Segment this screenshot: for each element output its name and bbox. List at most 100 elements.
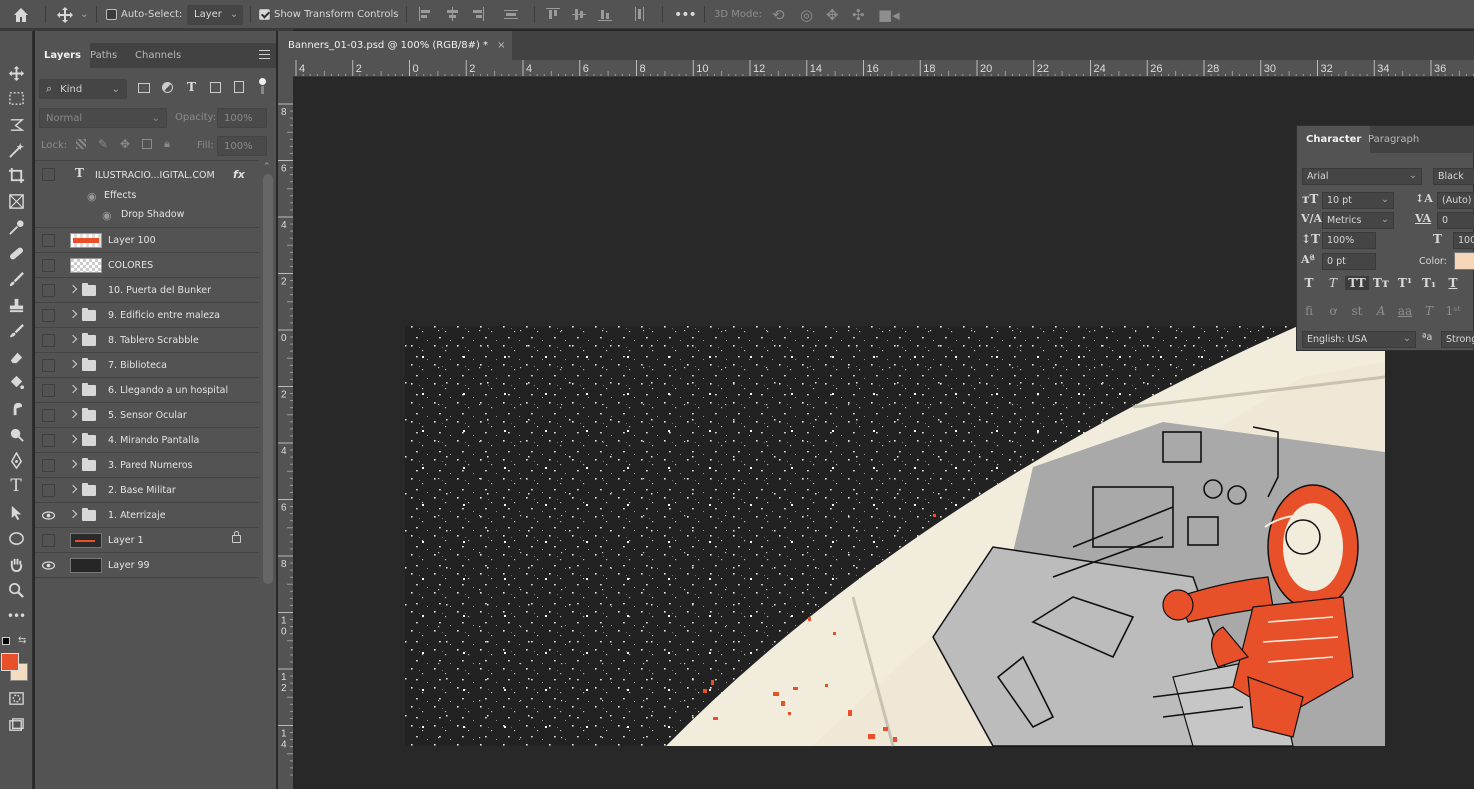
layer-group-row[interactable]: 4. Mirando Pantalla xyxy=(35,428,259,453)
layer-row[interactable]: Layer 1 xyxy=(35,528,259,553)
vertical-ruler[interactable]: 864202468101214 xyxy=(278,77,293,789)
align-middle-v-icon[interactable] xyxy=(572,7,586,21)
visibility-toggle[interactable] xyxy=(42,434,55,447)
horizontal-scale-field[interactable]: 100% xyxy=(1453,232,1474,249)
visibility-toggle[interactable] xyxy=(42,168,55,181)
old-style-icon[interactable]: ơ xyxy=(1321,304,1345,318)
zoom-tool-icon[interactable] xyxy=(6,580,26,600)
auto-select-box[interactable] xyxy=(106,9,117,20)
close-tab-icon[interactable]: × xyxy=(497,40,505,51)
eraser-tool-icon[interactable] xyxy=(6,347,26,367)
expand-arrow-icon[interactable] xyxy=(68,359,78,369)
tab-paths[interactable]: Paths xyxy=(81,43,126,68)
visibility-toggle[interactable] xyxy=(42,234,55,247)
titling-icon[interactable]: T xyxy=(1417,304,1441,318)
auto-select-target-dropdown[interactable]: Layer ⌄ xyxy=(187,4,243,25)
discretionary-ligature-icon[interactable]: st xyxy=(1345,304,1369,318)
default-colors-icon[interactable] xyxy=(2,637,10,645)
stylistic-alternates-icon[interactable]: aa xyxy=(1393,304,1417,318)
foreground-color-swatch[interactable] xyxy=(1,653,19,671)
tab-paragraph[interactable]: Paragraph xyxy=(1359,126,1428,153)
type-tool-icon[interactable]: T xyxy=(6,476,26,496)
expand-arrow-icon[interactable] xyxy=(68,384,78,394)
layer-group-row[interactable]: 9. Edificio entre maleza xyxy=(35,303,259,328)
auto-select-checkbox[interactable]: Auto-Select: xyxy=(106,0,182,29)
quick-mask-icon[interactable] xyxy=(6,688,26,708)
visibility-toggle[interactable] xyxy=(42,459,55,472)
visibility-toggle[interactable] xyxy=(42,359,55,372)
subscript-icon[interactable]: T₁ xyxy=(1417,276,1441,290)
layer-row[interactable]: Layer 100 xyxy=(35,228,259,253)
magic-wand-icon[interactable] xyxy=(6,140,26,160)
3d-pan-icon[interactable]: ✥ xyxy=(826,0,839,29)
align-top-icon[interactable] xyxy=(546,7,560,21)
tracking-field[interactable]: 0 xyxy=(1437,212,1474,229)
lasso-tool-icon[interactable] xyxy=(6,114,26,134)
expand-arrow-icon[interactable] xyxy=(68,409,78,419)
align-right-icon[interactable] xyxy=(470,7,484,21)
eyedropper-icon[interactable] xyxy=(6,217,26,237)
opacity-field[interactable]: 100% xyxy=(217,108,267,128)
expand-arrow-icon[interactable] xyxy=(68,284,78,294)
effects-visibility-icon[interactable]: ◉ xyxy=(87,190,97,203)
filter-smart-object-icon[interactable] xyxy=(234,81,244,93)
antialias-dropdown[interactable]: Strong xyxy=(1441,331,1474,348)
ordinals-icon[interactable]: 1ˢᵗ xyxy=(1441,304,1465,318)
history-brush-icon[interactable] xyxy=(6,321,26,341)
move-tool-icon[interactable] xyxy=(6,63,26,83)
expand-arrow-icon[interactable] xyxy=(68,509,78,519)
dodge-tool-icon[interactable] xyxy=(6,424,26,444)
leading-field[interactable]: (Auto) xyxy=(1437,192,1474,209)
align-left-icon[interactable] xyxy=(418,7,432,21)
visibility-toggle[interactable] xyxy=(42,284,55,297)
visibility-toggle[interactable] xyxy=(42,409,55,422)
font-style-dropdown[interactable]: Black xyxy=(1433,168,1474,185)
home-icon[interactable] xyxy=(12,0,30,29)
distribute-icon[interactable] xyxy=(504,7,518,21)
fill-field[interactable]: 100% xyxy=(217,136,267,156)
visibility-eye-icon[interactable] xyxy=(41,559,56,572)
hand-tool-icon[interactable] xyxy=(6,554,26,574)
3d-roll-icon[interactable]: ◎ xyxy=(800,0,813,29)
layer-group-row[interactable]: 1. Aterrizaje xyxy=(35,503,259,528)
faux-bold-icon[interactable]: T xyxy=(1297,276,1321,290)
align-bottom-icon[interactable] xyxy=(598,7,612,21)
filter-toggle-icon[interactable] xyxy=(259,78,266,85)
kerning-dropdown[interactable]: Metrics ⌄ xyxy=(1322,212,1394,229)
move-tool-preset-icon[interactable]: ⌄ xyxy=(56,0,88,29)
visibility-toggle[interactable] xyxy=(42,309,55,322)
blend-mode-dropdown[interactable]: Normal ⌄ xyxy=(39,108,167,128)
superscript-icon[interactable]: T¹ xyxy=(1393,276,1417,290)
visibility-toggle[interactable] xyxy=(42,484,55,497)
lock-transparent-icon[interactable] xyxy=(76,139,86,149)
swash-icon[interactable]: A xyxy=(1369,304,1393,318)
scrollbar-thumb[interactable] xyxy=(263,174,273,584)
expand-arrow-icon[interactable] xyxy=(68,484,78,494)
clone-stamp-icon[interactable] xyxy=(6,295,26,315)
screen-mode-icon[interactable] xyxy=(6,715,26,735)
layer-filter-dropdown[interactable]: ⌕ Kind ⌄ xyxy=(39,79,127,99)
scroll-up-icon[interactable]: ⌃ xyxy=(263,162,271,172)
layer-group-row[interactable]: 2. Base Militar xyxy=(35,478,259,503)
expand-arrow-icon[interactable] xyxy=(68,309,78,319)
show-transform-box[interactable] xyxy=(259,9,270,20)
layer-group-row[interactable]: 10. Puerta del Bunker xyxy=(35,278,259,303)
visibility-toggle[interactable] xyxy=(42,384,55,397)
layer-group-row[interactable]: 5. Sensor Ocular xyxy=(35,403,259,428)
vertical-scale-field[interactable]: 100% xyxy=(1322,232,1376,249)
faux-italic-icon[interactable]: T xyxy=(1321,276,1345,290)
show-transform-controls-checkbox[interactable]: Show Transform Controls xyxy=(259,0,398,29)
layer-group-row[interactable]: 3. Pared Numeros xyxy=(35,453,259,478)
crop-tool-icon[interactable] xyxy=(6,165,26,185)
lock-artboard-icon[interactable] xyxy=(142,139,152,149)
layer-row[interactable]: Layer 99 xyxy=(35,553,259,578)
expand-arrow-icon[interactable] xyxy=(68,434,78,444)
filter-shape-icon[interactable] xyxy=(210,82,221,93)
text-color-swatch[interactable] xyxy=(1454,252,1474,270)
paint-bucket-icon[interactable] xyxy=(6,372,26,392)
filter-adjustment-icon[interactable] xyxy=(162,82,173,93)
tab-channels[interactable]: Channels xyxy=(126,43,190,68)
lock-all-icon[interactable]: 🔒︎ xyxy=(164,137,170,151)
distribute-vertical-icon[interactable] xyxy=(632,7,646,21)
expand-arrow-icon[interactable] xyxy=(68,459,78,469)
